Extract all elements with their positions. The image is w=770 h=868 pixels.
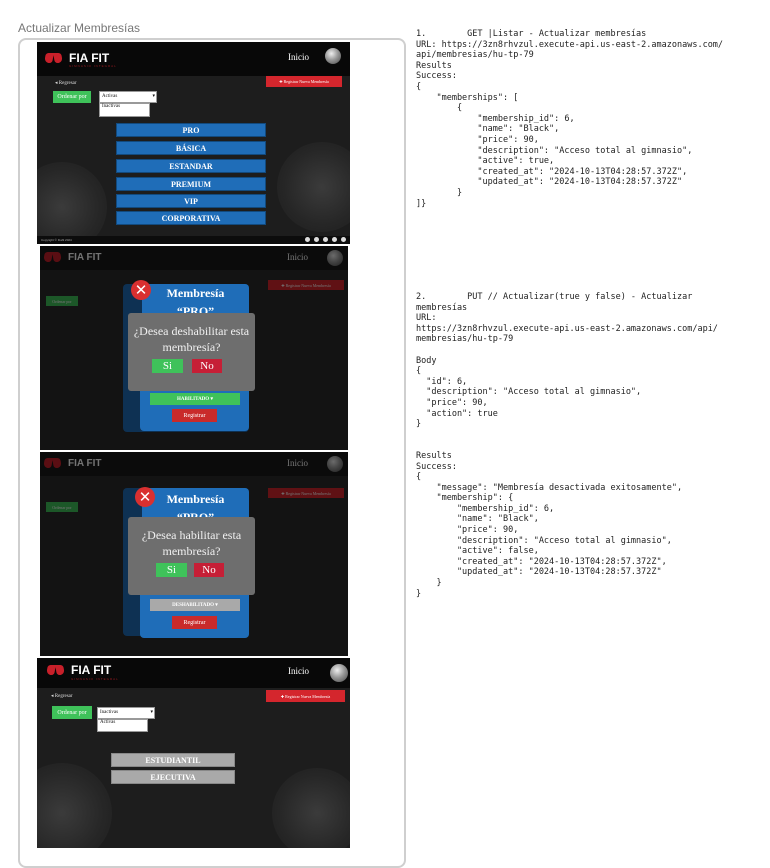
social-links bbox=[305, 237, 346, 242]
screenshot-disable-confirm: FIA FIT Inicio Ordenar por ✚ Registrar N… bbox=[40, 246, 348, 450]
confirm-dialog: ¿Desea habilitar esta membresía? Si No bbox=[128, 517, 255, 595]
confirm-yes-button[interactable]: Si bbox=[152, 359, 183, 373]
confirm-question-line1: ¿Desea habilitar esta bbox=[141, 528, 242, 542]
page-title: Actualizar Membresías bbox=[18, 21, 141, 35]
modal-title-line1: Membresía bbox=[166, 286, 225, 300]
plan-button-estandar[interactable]: ESTANDAR bbox=[116, 159, 266, 173]
plan-button-estudiantil[interactable]: ESTUDIANTIL bbox=[111, 753, 235, 767]
confirm-dialog: ¿Desea deshabilitar esta membresía? Si N… bbox=[128, 313, 255, 391]
status-dropdown: Inactivas bbox=[99, 103, 150, 117]
status-select[interactable]: Activas ▾ bbox=[99, 91, 157, 103]
navbar: FIA FIT GIMNASIO INTEGRAL Inicio bbox=[37, 658, 350, 688]
api-doc-put: 2. PUT // Actualizar(true y false) - Act… bbox=[416, 292, 718, 599]
avatar[interactable] bbox=[325, 48, 341, 64]
register-new-label: Registrar Nueva Membresía bbox=[283, 79, 329, 84]
chevron-down-icon: ▾ bbox=[150, 710, 153, 715]
register-new-membership-button[interactable]: ✚ Registrar Nueva Membresía bbox=[266, 76, 342, 87]
confirm-question-line1: ¿Desea deshabilitar esta bbox=[133, 324, 250, 338]
confirm-yes-button[interactable]: Si bbox=[156, 563, 187, 577]
logo-icon bbox=[47, 662, 67, 678]
plan-button-vip[interactable]: VIP bbox=[116, 194, 266, 208]
back-link[interactable]: ◂ Regresar bbox=[55, 80, 77, 86]
dropdown-option[interactable]: Activas bbox=[98, 720, 147, 726]
brand-subtitle: GIMNASIO INTEGRAL bbox=[69, 64, 117, 68]
chevron-down-icon: ▾ bbox=[210, 397, 213, 402]
status-select[interactable]: Inactivas ▾ bbox=[97, 707, 155, 719]
close-icon[interactable]: ✕ bbox=[135, 487, 155, 507]
x-icon[interactable] bbox=[323, 237, 328, 242]
register-new-membership-button[interactable]: ✚ Registrar Nueva Membresía bbox=[266, 690, 345, 702]
brand-subtitle: GIMNASIO INTEGRAL bbox=[71, 677, 119, 681]
screenshot-active-list: FIA FIT GIMNASIO INTEGRAL Inicio ◂ Regre… bbox=[37, 42, 350, 244]
confirm-question-line2: membresía? bbox=[162, 340, 221, 354]
brand-name: FIA FIT bbox=[71, 663, 112, 677]
status-toggle-button[interactable]: DESHABILITADO ▾ bbox=[150, 599, 240, 611]
footer-copyright: Copyright © Fiafit 2024 bbox=[41, 238, 72, 242]
status-toggle-label: HABILITADO bbox=[177, 396, 210, 402]
avatar[interactable] bbox=[330, 664, 348, 682]
confirm-question: ¿Desea deshabilitar esta membresía? bbox=[128, 323, 255, 355]
background-decoration bbox=[37, 763, 112, 848]
dropdown-option[interactable]: Inactivas bbox=[100, 104, 149, 110]
chevron-down-icon: ▾ bbox=[152, 94, 155, 99]
status-select-value: Activas bbox=[102, 94, 118, 99]
facebook-icon[interactable] bbox=[305, 237, 310, 242]
youtube-icon[interactable] bbox=[341, 237, 346, 242]
background-decoration bbox=[277, 142, 350, 232]
tiktok-icon[interactable] bbox=[332, 237, 337, 242]
screenshot-enable-confirm: FIA FIT Inicio Ordenar por ✚ Registrar N… bbox=[40, 452, 348, 656]
status-toggle-label: DESHABILITADO bbox=[172, 602, 215, 608]
back-label: Regresar bbox=[58, 81, 77, 86]
register-button[interactable]: Registrar bbox=[172, 616, 217, 629]
register-new-label: Registrar Nueva Membresía bbox=[285, 693, 331, 699]
nav-home-link[interactable]: Inicio bbox=[288, 52, 309, 62]
status-toggle-button[interactable]: HABILITADO ▾ bbox=[150, 393, 240, 405]
background-decoration bbox=[37, 162, 107, 244]
confirm-question: ¿Desea habilitar esta membresía? bbox=[128, 527, 255, 559]
instagram-icon[interactable] bbox=[314, 237, 319, 242]
order-by-button[interactable]: Ordenar por bbox=[53, 91, 91, 103]
confirm-question-line2: membresía? bbox=[162, 544, 221, 558]
api-doc-get: 1. GET |Listar - Actualizar membresías U… bbox=[416, 29, 724, 209]
back-link[interactable]: ◂ Regresar bbox=[51, 693, 73, 699]
back-label: Regresar bbox=[54, 694, 73, 699]
footer: Copyright © Fiafit 2024 bbox=[37, 236, 350, 244]
plan-button-ejecutiva[interactable]: EJECUTIVA bbox=[111, 770, 235, 784]
register-button[interactable]: Registrar bbox=[172, 409, 217, 422]
plan-button-premium[interactable]: PREMIUM bbox=[116, 177, 266, 191]
chevron-down-icon: ▾ bbox=[215, 603, 218, 608]
nav-home-link[interactable]: Inicio bbox=[288, 666, 309, 676]
confirm-no-button[interactable]: No bbox=[192, 359, 222, 373]
brand-name: FIA FIT bbox=[69, 51, 110, 65]
background-decoration bbox=[272, 768, 350, 848]
brand-logo[interactable]: FIA FIT bbox=[47, 662, 111, 678]
confirm-no-button[interactable]: No bbox=[194, 563, 224, 577]
plan-button-corporativa[interactable]: CORPORATIVA bbox=[116, 211, 266, 225]
status-select-value: Inactivas bbox=[100, 710, 119, 715]
navbar: FIA FIT GIMNASIO INTEGRAL Inicio bbox=[37, 42, 350, 76]
order-by-button[interactable]: Ordenar por bbox=[52, 706, 92, 719]
screenshot-inactive-list: FIA FIT GIMNASIO INTEGRAL Inicio ◂ Regre… bbox=[37, 658, 350, 848]
plan-button-basica[interactable]: BÁSICA bbox=[116, 141, 266, 155]
status-dropdown: Activas bbox=[97, 719, 148, 732]
close-icon[interactable]: ✕ bbox=[131, 280, 151, 300]
logo-icon bbox=[45, 50, 65, 66]
modal-title-line1: Membresía bbox=[166, 492, 225, 506]
plan-button-pro[interactable]: PRO bbox=[116, 123, 266, 137]
